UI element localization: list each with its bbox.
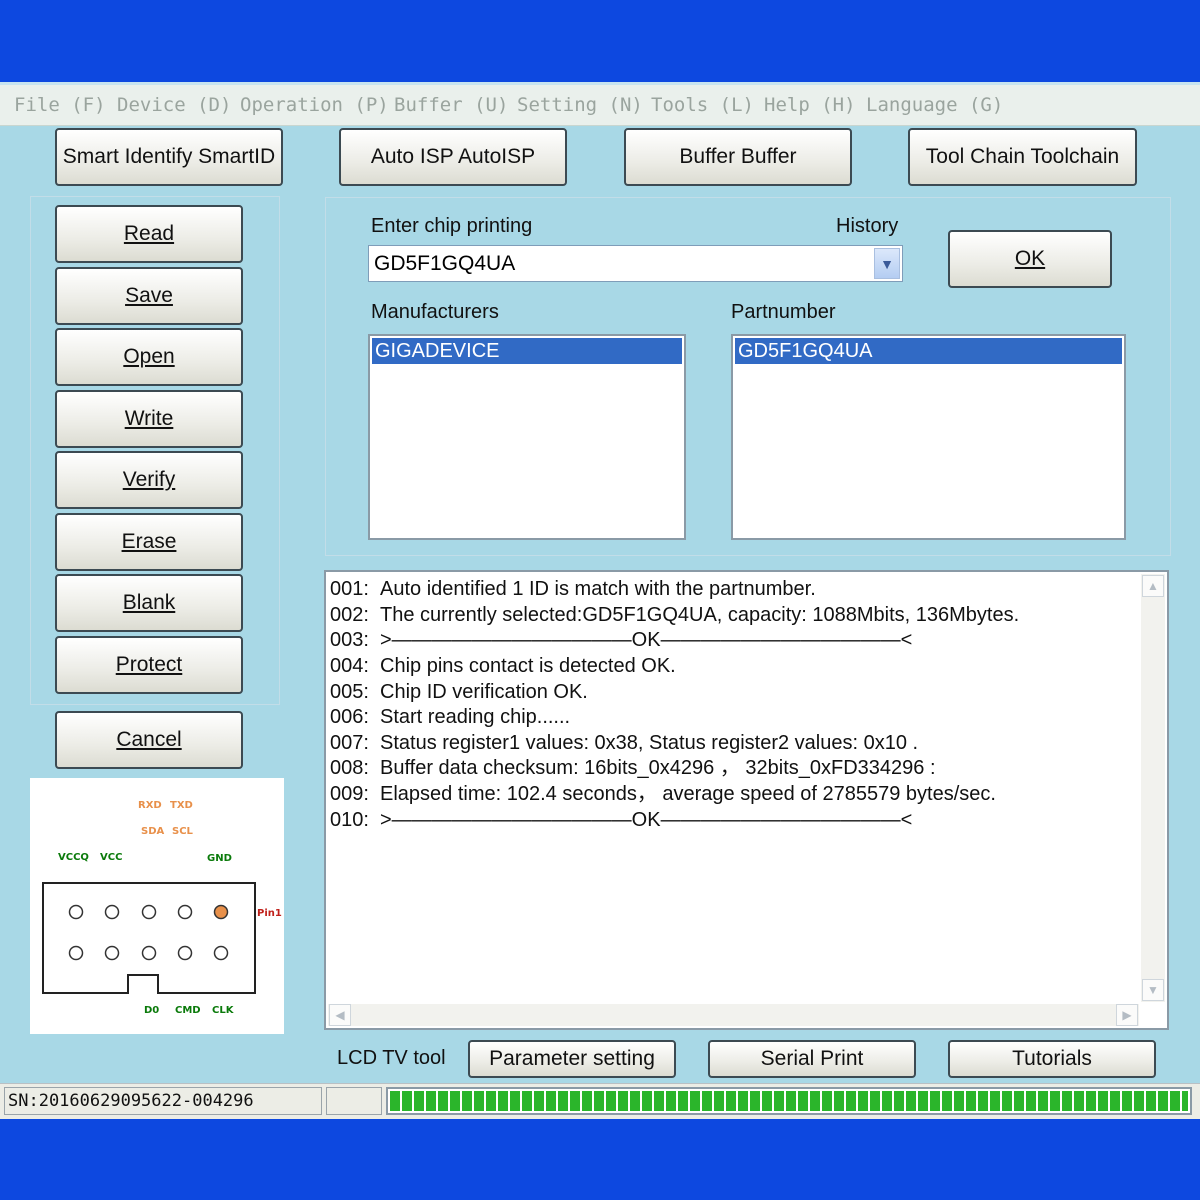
menu-language[interactable]: Language (G) (866, 85, 1003, 125)
log-line: 007: Status register1 values: 0x38, Statu… (330, 732, 919, 754)
write-button[interactable]: Write (55, 390, 243, 448)
chevron-down-icon: ▼ (880, 255, 894, 272)
read-button[interactable]: Read (55, 205, 243, 263)
log-line: 003: >————————————OK————————————< (330, 629, 913, 651)
tutorials-button[interactable]: Tutorials (948, 1040, 1156, 1078)
verify-button[interactable]: Verify (55, 451, 243, 509)
log-line: 004: Chip pins contact is detected OK. (330, 655, 676, 677)
enter-chip-label: Enter chip printing (371, 215, 533, 237)
history-label: History (836, 215, 899, 237)
log-output[interactable]: 001: Auto identified 1 ID is match with t… (324, 570, 1169, 1030)
chip-input-value: GD5F1GQ4UA (374, 252, 516, 275)
buffer-button[interactable]: Buffer Buffer (624, 128, 852, 186)
manufacturers-list[interactable]: GIGADEVICE (368, 334, 686, 540)
connector-outline (42, 882, 256, 994)
smartid-button[interactable]: Smart Identify SmartID (55, 128, 283, 186)
horizontal-scrollbar[interactable]: ◀ ▶ (328, 1004, 1139, 1026)
log-line: 005: Chip ID verification OK. (330, 681, 588, 703)
status-bar: SN:20160629095622-004296 (0, 1083, 1200, 1119)
toolchain-button[interactable]: Tool Chain Toolchain (908, 128, 1137, 186)
autoisp-button[interactable]: Auto ISP AutoISP (339, 128, 567, 186)
scroll-up-icon[interactable]: ▲ (1142, 575, 1164, 597)
menu-tools[interactable]: Tools (L) (651, 85, 754, 125)
list-item[interactable]: GD5F1GQ4UA (735, 338, 1122, 364)
menu-bar: File (F) Device (D) Operation (P) Buffer… (0, 85, 1200, 126)
pinout-diagram: RXD TXD SDA SCL VCCQ VCC GND Pin1 D0 CMD… (30, 778, 284, 1034)
erase-button[interactable]: Erase (55, 513, 243, 571)
parameter-setting-button[interactable]: Parameter setting (468, 1040, 676, 1078)
menu-buffer[interactable]: Buffer (U) (394, 85, 508, 125)
protect-button[interactable]: Protect (55, 636, 243, 694)
scroll-left-icon[interactable]: ◀ (329, 1004, 351, 1026)
blank-button[interactable]: Blank (55, 574, 243, 632)
main-window: File (F) Device (D) Operation (P) Buffer… (0, 82, 1200, 1119)
scroll-right-icon[interactable]: ▶ (1116, 1004, 1138, 1026)
menu-setting[interactable]: Setting (N) (517, 85, 643, 125)
pin1-marker (213, 904, 229, 920)
status-field (326, 1087, 382, 1115)
open-button[interactable]: Open (55, 328, 243, 386)
log-line: 008: Buffer data checksum: 16bits_0x4296 … (330, 757, 936, 779)
log-line: 009: Elapsed time: 102.4 seconds， average… (330, 783, 996, 805)
menu-file[interactable]: File (F) (14, 85, 106, 125)
scroll-down-icon[interactable]: ▼ (1142, 979, 1164, 1001)
progress-fill (390, 1091, 1188, 1111)
log-line: 006: Start reading chip...... (330, 706, 571, 728)
log-line: 002: The currently selected:GD5F1GQ4UA, c… (330, 604, 1020, 626)
progress-bar (386, 1087, 1192, 1115)
menu-help[interactable]: Help (H) (764, 85, 856, 125)
menu-operation[interactable]: Operation (P) (240, 85, 389, 125)
serial-print-button[interactable]: Serial Print (708, 1040, 916, 1078)
partnumber-label: Partnumber (731, 301, 836, 323)
log-line: 001: Auto identified 1 ID is match with t… (330, 578, 816, 600)
log-line: 010: >————————————OK————————————< (330, 809, 913, 831)
chip-input[interactable]: GD5F1GQ4UA ▼ (368, 245, 903, 282)
manufacturers-label: Manufacturers (371, 301, 499, 323)
history-dropdown-button[interactable]: ▼ (874, 248, 900, 279)
list-item[interactable]: GIGADEVICE (372, 338, 682, 364)
menu-device[interactable]: Device (D) (117, 85, 231, 125)
ok-button[interactable]: OK (948, 230, 1112, 288)
cancel-button[interactable]: Cancel (55, 711, 243, 769)
vertical-scrollbar[interactable]: ▲ ▼ (1141, 574, 1165, 1002)
lcd-tv-tool-label: LCD TV tool (337, 1047, 446, 1069)
save-button[interactable]: Save (55, 267, 243, 325)
partnumber-list[interactable]: GD5F1GQ4UA (731, 334, 1126, 540)
serial-number: SN:20160629095622-004296 (4, 1087, 322, 1115)
